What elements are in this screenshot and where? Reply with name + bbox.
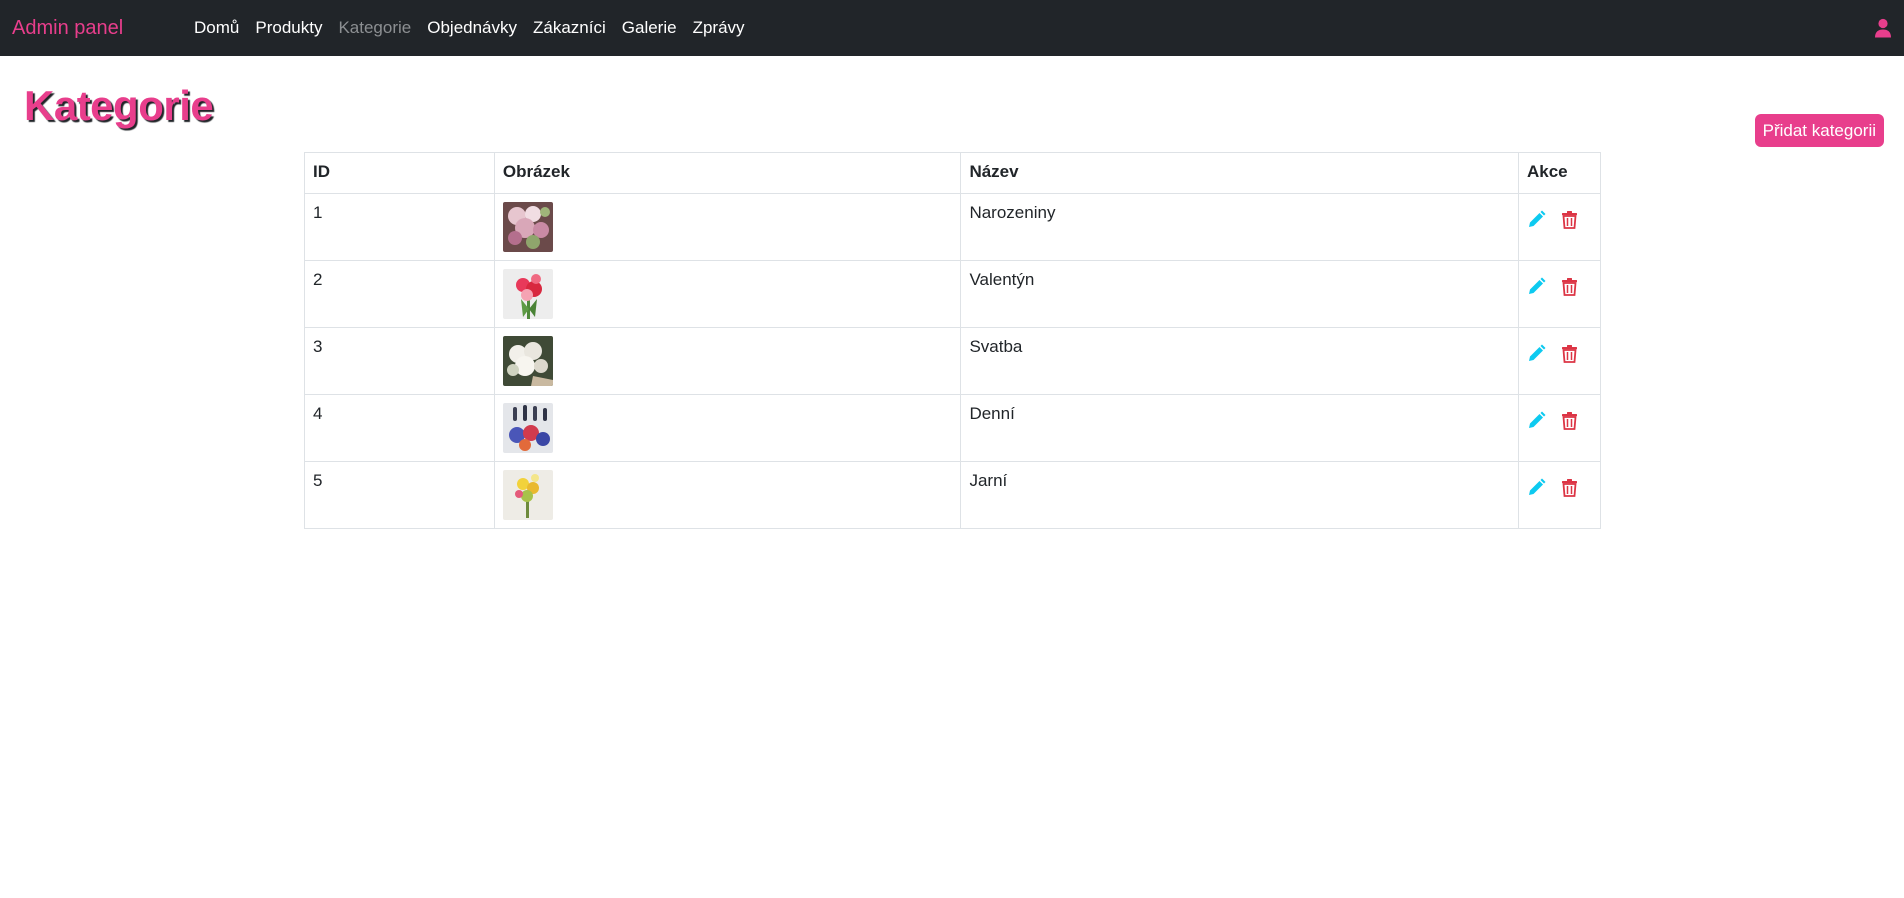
cell-name: Denní <box>960 394 1519 462</box>
cell-id: 3 <box>304 327 495 395</box>
cell-actions <box>1518 461 1601 529</box>
cell-actions <box>1518 193 1601 261</box>
category-thumbnail <box>502 202 553 252</box>
nav-link-zpravy[interactable]: Zprávy <box>693 17 745 39</box>
cell-name: Narozeniny <box>960 193 1519 261</box>
top-navbar: Admin panel Domů Produkty Kategorie Obje… <box>0 0 1904 56</box>
cell-id: 4 <box>304 394 495 462</box>
categories-table: ID Obrázek Název Akce 1 Narozeniny 2 Val… <box>304 152 1601 529</box>
cell-id: 5 <box>304 461 495 529</box>
brand-link[interactable]: Admin panel <box>12 16 123 40</box>
pencil-icon[interactable] <box>1527 478 1546 497</box>
pencil-icon[interactable] <box>1527 277 1546 296</box>
nav-link-produkty[interactable]: Produkty <box>255 17 322 39</box>
cell-id: 1 <box>304 193 495 261</box>
column-header-name: Název <box>960 152 1519 194</box>
nav-link-galerie[interactable]: Galerie <box>622 17 677 39</box>
cell-actions <box>1518 260 1601 328</box>
trash-icon[interactable] <box>1560 478 1579 497</box>
cell-image <box>493 461 962 529</box>
table-row: 2 Valentýn <box>304 260 1601 328</box>
category-thumbnail <box>502 403 553 453</box>
nav-link-kategorie[interactable]: Kategorie <box>338 17 411 39</box>
category-thumbnail <box>502 336 553 386</box>
pencil-icon[interactable] <box>1527 344 1546 363</box>
cell-name: Svatba <box>960 327 1519 395</box>
page-title: Kategorie <box>24 82 214 129</box>
category-thumbnail <box>502 470 553 520</box>
cell-image <box>493 327 962 395</box>
user-icon[interactable] <box>1874 18 1892 38</box>
category-thumbnail <box>502 269 553 319</box>
column-header-image: Obrázek <box>493 152 962 194</box>
nav-link-objednavky[interactable]: Objednávky <box>427 17 517 39</box>
nav-link-zakaznici[interactable]: Zákazníci <box>533 17 606 39</box>
column-header-id: ID <box>304 152 495 194</box>
nav-link-domu[interactable]: Domů <box>194 17 239 39</box>
table-row: 5 Jarní <box>304 461 1601 529</box>
cell-actions <box>1518 327 1601 395</box>
cell-image <box>493 193 962 261</box>
trash-icon[interactable] <box>1560 411 1579 430</box>
table-row: 3 Svatba <box>304 327 1601 395</box>
table-header-row: ID Obrázek Název Akce <box>304 152 1601 194</box>
cell-id: 2 <box>304 260 495 328</box>
table-row: 4 Denní <box>304 394 1601 462</box>
trash-icon[interactable] <box>1560 344 1579 363</box>
trash-icon[interactable] <box>1560 210 1579 229</box>
pencil-icon[interactable] <box>1527 210 1546 229</box>
column-header-actions: Akce <box>1518 152 1601 194</box>
cell-name: Jarní <box>960 461 1519 529</box>
cell-image <box>493 394 962 462</box>
cell-image <box>493 260 962 328</box>
pencil-icon[interactable] <box>1527 411 1546 430</box>
table-row: 1 Narozeniny <box>304 193 1601 261</box>
trash-icon[interactable] <box>1560 277 1579 296</box>
cell-actions <box>1518 394 1601 462</box>
nav-links: Domů Produkty Kategorie Objednávky Zákaz… <box>194 17 761 39</box>
categories-table-wrapper: ID Obrázek Název Akce 1 Narozeniny 2 Val… <box>304 152 1601 529</box>
cell-name: Valentýn <box>960 260 1519 328</box>
add-category-button[interactable]: Přidat kategorii <box>1754 114 1884 147</box>
